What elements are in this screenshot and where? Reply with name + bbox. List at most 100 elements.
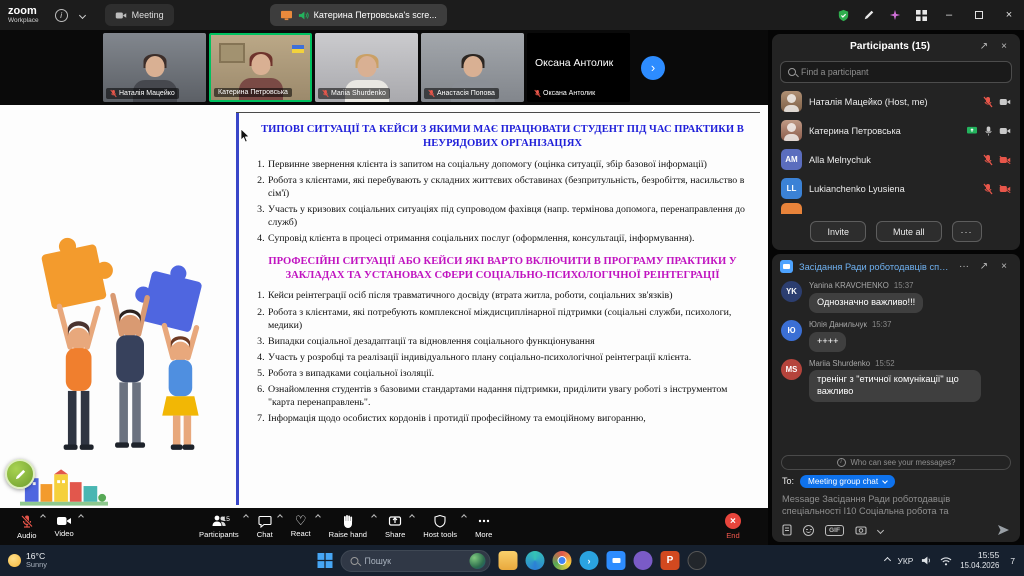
taskbar-date: 15.04.2026	[960, 561, 999, 571]
message-text[interactable]: ++++	[809, 332, 846, 352]
slide-list-item: Робота з випадками соціальної ізоляції.	[267, 367, 756, 380]
participant-name-label: Анастасія Попова	[424, 88, 499, 99]
recipient-selector[interactable]: Meeting group chat	[800, 475, 895, 488]
chevron-down-icon[interactable]	[79, 11, 86, 18]
search-icon	[351, 557, 359, 565]
obs-icon[interactable]	[688, 551, 707, 570]
video-options-caret[interactable]	[78, 514, 84, 520]
network-icon[interactable]	[940, 556, 952, 566]
hidden-icons-chevron[interactable]	[883, 557, 890, 564]
annotation-tool-button[interactable]	[5, 459, 35, 489]
annotate-pencil-icon[interactable]	[856, 4, 882, 26]
video-tile-kateryna-active-speaker[interactable]: Катерина Петровська	[209, 33, 312, 102]
participant-row-kateryna[interactable]: Катерина Петровська	[772, 116, 1020, 145]
send-message-icon[interactable]	[997, 524, 1010, 536]
viber-icon[interactable]	[634, 551, 653, 570]
language-indicator[interactable]: УКР	[898, 556, 914, 566]
message-privacy-note[interactable]: i Who can see your messages?	[781, 455, 1011, 470]
slide-list-item: Участь у кризових соціальних ситуаціях п…	[267, 203, 756, 229]
invite-button[interactable]: Invite	[810, 221, 866, 242]
share-button[interactable]: Share	[376, 508, 414, 545]
edge-browser-icon[interactable]	[526, 551, 545, 570]
chat-message-input[interactable]: Message Засідання Ради роботодавців спец…	[772, 490, 1020, 521]
audio-button[interactable]: Audio	[8, 508, 45, 545]
participants-panel-footer: Invite Mute all ···	[772, 216, 1020, 250]
apps-grid-icon[interactable]	[908, 4, 934, 26]
close-chat-icon[interactable]: ×	[996, 259, 1012, 275]
maximize-button[interactable]	[964, 0, 994, 30]
notification-count[interactable]: 7	[1007, 556, 1018, 566]
file-explorer-icon[interactable]	[499, 551, 518, 570]
search-icon	[788, 68, 796, 76]
next-videos-button[interactable]: ›	[641, 56, 665, 80]
avatar	[781, 203, 802, 214]
mic-muted-icon	[534, 89, 541, 98]
close-button[interactable]: ×	[994, 0, 1024, 30]
window-titlebar: zoom Workplace i Meeting Катерина Петров…	[0, 0, 1024, 30]
react-button[interactable]: ♡ React	[282, 508, 320, 545]
close-participants-icon[interactable]: ×	[996, 39, 1012, 55]
message-time: 15:52	[875, 359, 895, 368]
telegram-icon[interactable]: ›	[580, 551, 599, 570]
taskbar-clock[interactable]: 15:55 15.04.2026	[960, 550, 999, 570]
video-tile-mariia[interactable]: Mariia Shurdenko	[315, 33, 418, 102]
message-text[interactable]: Однозначно важливо!!!	[809, 293, 923, 313]
to-label: To:	[782, 476, 794, 486]
emoji-icon[interactable]	[803, 525, 814, 536]
system-tray: УКР 15:55 15.04.2026 7	[885, 545, 1019, 576]
format-options-caret[interactable]	[878, 528, 883, 533]
participants-more-button[interactable]: ···	[952, 221, 982, 242]
zoom-app-icon[interactable]	[607, 551, 626, 570]
participant-row-alla[interactable]: AM Alla Melnychuk	[772, 145, 1020, 174]
participant-search[interactable]	[780, 61, 1012, 83]
host-tools-button[interactable]: Host tools	[414, 508, 466, 545]
powerpoint-icon[interactable]: P	[661, 551, 680, 570]
gif-icon[interactable]: GIF	[825, 525, 844, 536]
start-button[interactable]	[318, 553, 333, 568]
more-button[interactable]: More	[466, 508, 501, 545]
screenshot-icon[interactable]	[855, 525, 867, 535]
popout-icon[interactable]: ↗	[976, 259, 992, 275]
mic-muted-icon	[20, 514, 34, 529]
chat-toolbar: GIF	[772, 521, 1020, 542]
chrome-browser-icon[interactable]	[553, 551, 572, 570]
minimize-button[interactable]: –	[934, 0, 964, 30]
camera-icon	[56, 515, 72, 527]
volume-icon[interactable]	[921, 555, 932, 566]
participant-row-nataliia[interactable]: Наталія Мацейко (Host, me)	[772, 87, 1020, 116]
participant-name-label: Наталія Мацейко	[106, 88, 179, 99]
mute-all-button[interactable]: Mute all	[876, 221, 942, 242]
raise-hand-button[interactable]: Raise hand	[320, 508, 376, 545]
info-icon[interactable]: i	[55, 9, 68, 22]
taskbar-search-input[interactable]	[365, 556, 464, 566]
slide-list-item: Кейси реінтеграції осіб після травматичн…	[267, 289, 756, 302]
video-button[interactable]: Video	[45, 508, 82, 545]
file-attach-icon[interactable]	[782, 524, 792, 536]
popout-icon[interactable]: ↗	[976, 39, 992, 55]
participant-row-lukianchenko[interactable]: LL Lukianchenko Lyusiena	[772, 174, 1020, 203]
video-tile-anastasiia[interactable]: Анастасія Попова	[421, 33, 524, 102]
chat-channel-icon	[780, 260, 793, 273]
taskbar-search[interactable]	[341, 550, 491, 572]
chat-panel-title: Засідання Ради роботодавців спе...	[799, 262, 952, 272]
chat-panel-header: Засідання Ради роботодавців спе... ··· ↗…	[772, 254, 1020, 279]
tab-shared-screen[interactable]: Катерина Петровська's scre...	[270, 4, 447, 26]
participants-button[interactable]: 15 Participants	[190, 508, 248, 545]
message-text[interactable]: тренінг з "етичної комунікації" що важли…	[809, 370, 981, 402]
end-meeting-button[interactable]: × End	[716, 508, 750, 545]
chat-button[interactable]: Chat	[248, 508, 282, 545]
participants-count-badge: 15	[222, 516, 230, 523]
video-tile-nataliia[interactable]: Наталія Мацейко	[103, 33, 206, 102]
chevron-down-icon	[882, 479, 888, 485]
taskbar-center: › P	[318, 545, 707, 576]
tab-meeting[interactable]: Meeting	[105, 4, 174, 26]
ai-companion-icon[interactable]	[882, 4, 908, 26]
mouse-cursor	[240, 129, 250, 143]
avatar-initials: Ю	[781, 320, 802, 341]
participants-search-input[interactable]	[801, 67, 1004, 77]
chat-messages: YK Yanina KRAVCHENKO15:37 Однозначно важ…	[772, 279, 1020, 452]
weather-widget[interactable]: 16°C Sunny	[8, 545, 47, 576]
chat-more-icon[interactable]: ···	[956, 259, 972, 275]
security-shield-icon[interactable]	[830, 4, 856, 26]
video-tile-oksana-video-off[interactable]: Оксана Антолик Оксана Антолик	[527, 33, 630, 102]
